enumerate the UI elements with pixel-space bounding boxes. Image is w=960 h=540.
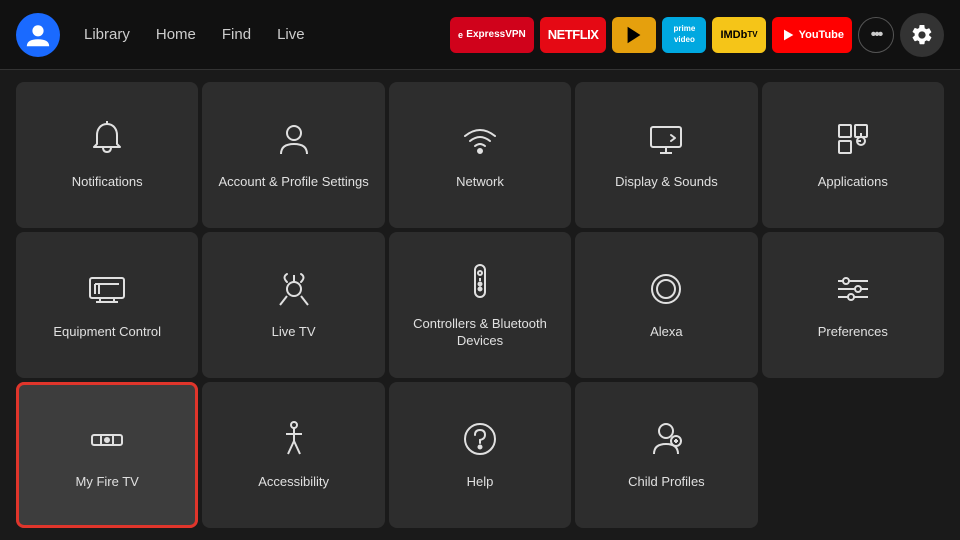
controllers-bluetooth-label: Controllers & Bluetooth Devices <box>399 316 561 350</box>
grid-item-my-fire-tv[interactable]: My Fire TV <box>16 382 198 528</box>
nav-find[interactable]: Find <box>212 20 261 49</box>
nav-apps: e ExpressVPN NETFLIX primevideo IMDbTV Y… <box>450 13 944 57</box>
grid-item-empty <box>762 382 944 528</box>
my-fire-tv-label: My Fire TV <box>76 474 139 491</box>
display-sounds-label: Display & Sounds <box>615 174 718 191</box>
grid-item-alexa[interactable]: Alexa <box>575 232 757 378</box>
alexa-label: Alexa <box>650 324 683 341</box>
network-label: Network <box>456 174 504 191</box>
alexa-icon <box>646 269 686 314</box>
more-apps-button[interactable]: ••• <box>858 17 894 53</box>
grid-item-accessibility[interactable]: Accessibility <box>202 382 384 528</box>
grid-item-notifications[interactable]: Notifications <box>16 82 198 228</box>
applications-label: Applications <box>818 174 888 191</box>
help-icon <box>460 419 500 464</box>
grid-item-account-profile[interactable]: Account & Profile Settings <box>202 82 384 228</box>
grid-item-preferences[interactable]: Preferences <box>762 232 944 378</box>
app-plex[interactable] <box>612 17 656 53</box>
accessibility-icon <box>274 419 314 464</box>
grid-item-controllers-bluetooth[interactable]: Controllers & Bluetooth Devices <box>389 232 571 378</box>
sliders-icon <box>833 269 873 314</box>
grid-item-child-profiles[interactable]: Child Profiles <box>575 382 757 528</box>
apps-icon <box>833 119 873 164</box>
bell-icon <box>87 119 127 164</box>
grid-item-display-sounds[interactable]: Display & Sounds <box>575 82 757 228</box>
remote-icon <box>460 261 500 306</box>
app-imdb[interactable]: IMDbTV <box>712 17 765 53</box>
child-icon <box>646 419 686 464</box>
grid-item-network[interactable]: Network <box>389 82 571 228</box>
account-profile-label: Account & Profile Settings <box>218 174 368 191</box>
tv-icon <box>87 269 127 314</box>
top-nav: Library Home Find Live e ExpressVPN NETF… <box>0 0 960 70</box>
app-netflix[interactable]: NETFLIX <box>540 17 607 53</box>
grid-item-live-tv[interactable]: Live TV <box>202 232 384 378</box>
app-expressvpn[interactable]: e ExpressVPN <box>450 17 534 53</box>
live-tv-label: Live TV <box>272 324 316 341</box>
firetv-icon <box>87 419 127 464</box>
wifi-icon <box>460 119 500 164</box>
nav-home[interactable]: Home <box>146 20 206 49</box>
accessibility-label: Accessibility <box>258 474 329 491</box>
grid-item-applications[interactable]: Applications <box>762 82 944 228</box>
notifications-label: Notifications <box>72 174 143 191</box>
settings-button[interactable] <box>900 13 944 57</box>
grid-item-help[interactable]: Help <box>389 382 571 528</box>
equipment-control-label: Equipment Control <box>53 324 161 341</box>
display-icon <box>646 119 686 164</box>
settings-grid: Notifications Account & Profile Settings… <box>0 70 960 540</box>
nav-live[interactable]: Live <box>267 20 315 49</box>
nav-links: Library Home Find Live <box>74 20 315 49</box>
grid-item-equipment-control[interactable]: Equipment Control <box>16 232 198 378</box>
app-prime[interactable]: primevideo <box>662 17 706 53</box>
nav-library[interactable]: Library <box>74 20 140 49</box>
child-profiles-label: Child Profiles <box>628 474 705 491</box>
antenna-icon <box>274 269 314 314</box>
preferences-label: Preferences <box>818 324 888 341</box>
help-label: Help <box>467 474 494 491</box>
person-icon <box>274 119 314 164</box>
app-youtube[interactable]: YouTube <box>772 17 852 53</box>
avatar[interactable] <box>16 13 60 57</box>
